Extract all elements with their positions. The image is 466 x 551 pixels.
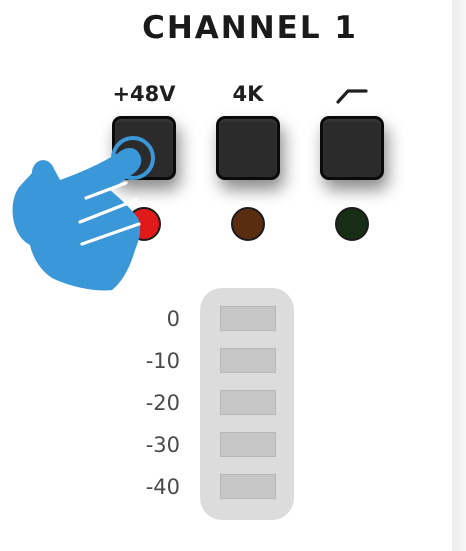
meter-segment [220,432,276,457]
meter-label-30: -30 [145,433,180,457]
4k-button[interactable] [216,116,280,180]
meter-label-40: -40 [145,475,180,499]
meter-segment [220,348,276,373]
meter-label-0: 0 [166,307,180,331]
meter-label-20: -20 [145,391,180,415]
meter-segment [220,390,276,415]
meter-segment [220,474,276,499]
4k-label: 4K [232,82,264,106]
level-meter [200,288,294,520]
pointing-hand-icon [12,136,155,291]
meter-segment [220,306,276,331]
channel-title: CHANNEL 1 [142,10,358,46]
high-pass-filter-button[interactable] [320,116,384,180]
panel-edge [452,0,466,551]
high-pass-filter-icon [302,80,402,108]
phantom-power-label: +48V [112,82,176,106]
4k-led [231,207,265,241]
high-pass-filter-led [335,207,369,241]
meter-label-10: -10 [145,349,180,373]
